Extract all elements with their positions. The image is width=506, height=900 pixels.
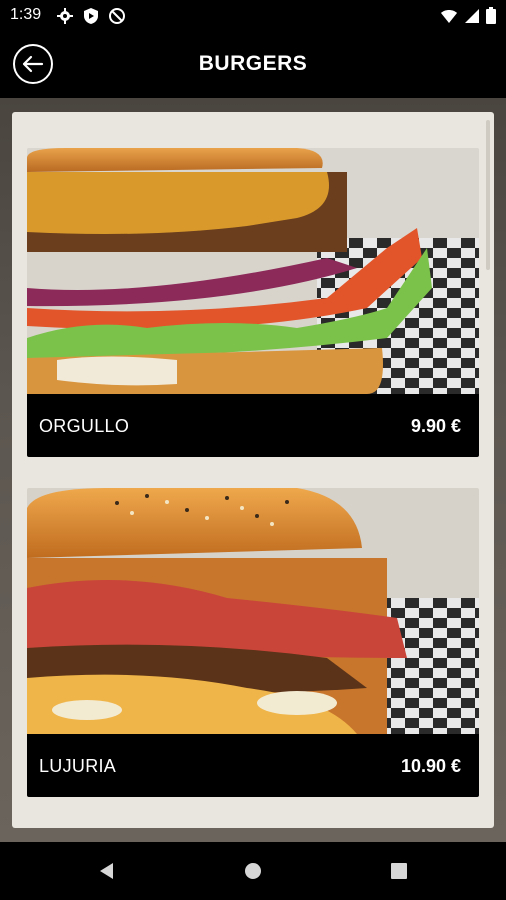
product-name: ORGULLO: [39, 416, 130, 436]
product-card[interactable]: LUJURIA 10.90 €: [27, 488, 479, 797]
page-title: BURGERS: [198, 52, 308, 75]
nav-back-button[interactable]: [92, 856, 122, 886]
product-footer: ORGULLO 9.90 €: [27, 394, 479, 457]
nav-home-button[interactable]: [238, 856, 268, 886]
back-triangle-icon: [100, 863, 113, 879]
signal-icon: [465, 8, 479, 23]
product-price: 10.90 €: [400, 756, 461, 776]
no-sync-icon: [109, 8, 125, 24]
scrollbar[interactable]: [486, 120, 490, 270]
nav-recents-button[interactable]: [384, 856, 414, 886]
status-system-icons: [440, 7, 496, 24]
play-protect-icon: [84, 8, 98, 24]
product-price: 9.90 €: [410, 416, 461, 436]
home-circle-icon: [245, 863, 261, 879]
gear-icon: [57, 8, 73, 24]
recents-square-icon: [391, 863, 407, 879]
battery-icon: [486, 7, 496, 24]
product-name: LUJURIA: [39, 756, 117, 776]
product-card[interactable]: ORGULLO 9.90 €: [27, 148, 479, 457]
product-image-lujuria: [27, 488, 479, 734]
app-bar: BURGERS: [0, 32, 506, 98]
status-time: 1:39: [10, 6, 42, 23]
product-list[interactable]: ORGULLO 9.90 € LUJURIA 10.90 €: [12, 112, 494, 828]
status-bar: 1:39: [0, 0, 506, 32]
system-nav-bar: [0, 842, 506, 900]
wifi-icon: [441, 9, 457, 23]
status-notification-icons: [56, 7, 126, 25]
product-image-orgullo: [27, 148, 479, 394]
product-footer: LUJURIA 10.90 €: [27, 734, 479, 797]
